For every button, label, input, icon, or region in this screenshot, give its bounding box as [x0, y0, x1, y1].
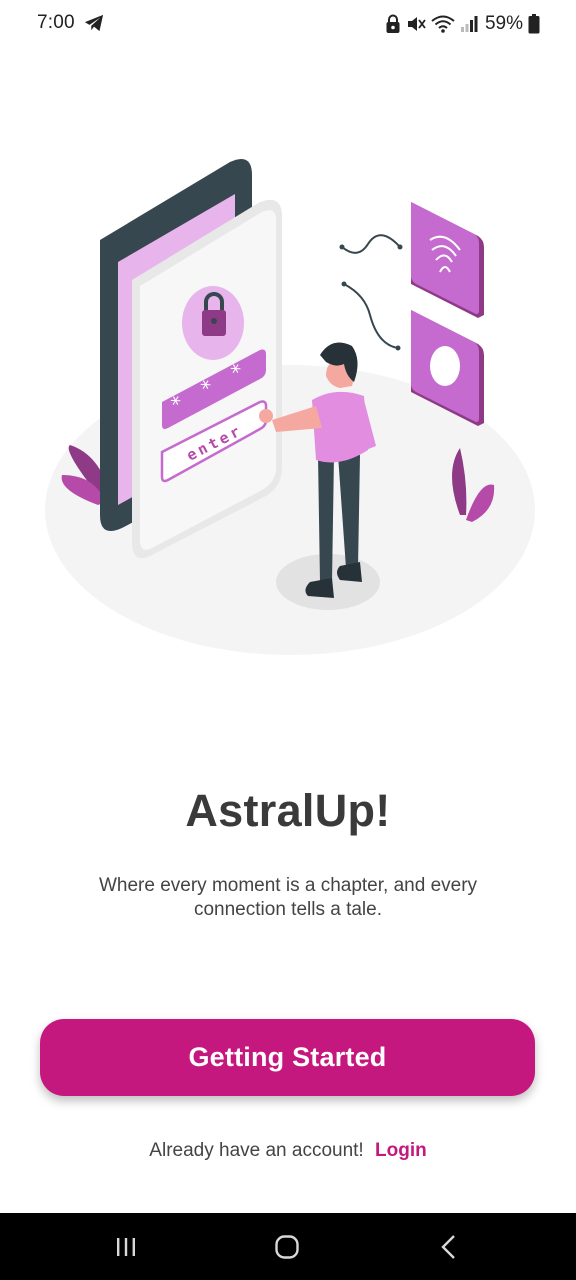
- home-icon: [275, 1235, 299, 1259]
- getting-started-label: Getting Started: [188, 1042, 387, 1072]
- status-bar: 7:00 59%: [0, 0, 576, 48]
- app-title: AstralUp!: [185, 785, 391, 836]
- login-prompt: Already have an account! Login: [0, 1140, 576, 1162]
- system-nav-bar: [0, 1213, 576, 1280]
- login-link[interactable]: Login: [375, 1140, 427, 1161]
- status-time: 7:00: [37, 12, 75, 33]
- battery-percent: 59%: [484, 13, 523, 34]
- getting-started-button[interactable]: Getting Started: [40, 1019, 535, 1096]
- status-icons: 59%: [385, 12, 540, 36]
- security-login-illustration: * * * enter: [45, 158, 535, 655]
- wifi-icon: [431, 15, 455, 33]
- recent-apps-button[interactable]: [106, 1233, 146, 1261]
- mute-icon: [407, 17, 426, 31]
- back-button[interactable]: [429, 1233, 469, 1261]
- telegram-icon: [84, 14, 104, 32]
- signal-icon: [460, 16, 478, 32]
- back-icon: [441, 1235, 455, 1259]
- lock-icon: [386, 14, 400, 33]
- login-prompt-text: Already have an account!: [149, 1140, 364, 1161]
- home-button[interactable]: [267, 1233, 307, 1261]
- battery-icon: [528, 14, 540, 34]
- tagline: Where every moment is a chapter, and eve…: [98, 875, 478, 920]
- recent-apps-icon: [117, 1238, 135, 1256]
